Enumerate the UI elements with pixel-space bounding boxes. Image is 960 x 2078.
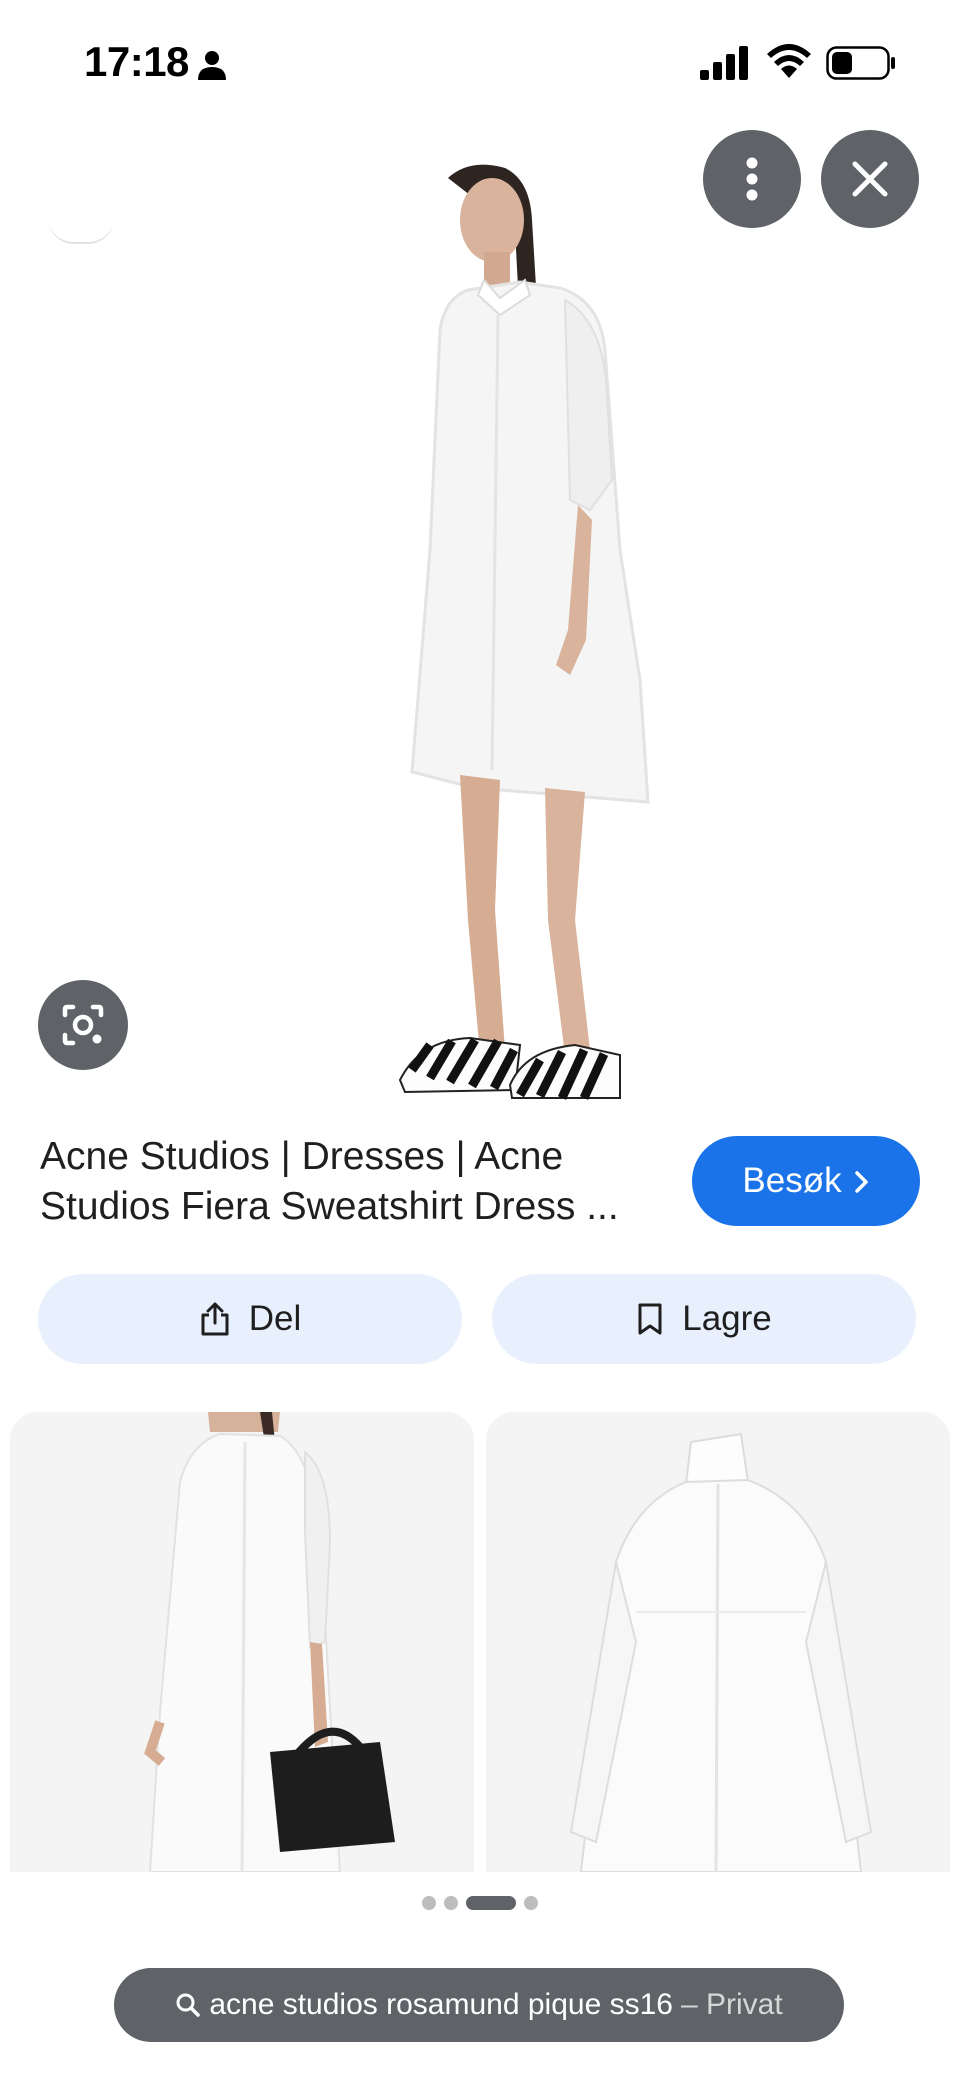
search-query: acne studios rosamund pique ss16 [209, 1988, 673, 2021]
share-label: Del [248, 1299, 302, 1338]
result-title[interactable]: Acne Studios | Dresses | Acne Studios Fi… [40, 1132, 660, 1232]
visit-button[interactable]: Besøk [692, 1136, 920, 1226]
share-icon [201, 1302, 229, 1336]
close-button[interactable] [821, 130, 919, 228]
related-photo-1 [10, 1412, 474, 1872]
private-mode-label: – Privat [680, 1988, 783, 2021]
signal-icon [700, 46, 748, 80]
close-icon [852, 161, 888, 197]
status-bar: 17:18 [0, 0, 960, 120]
related-image[interactable] [10, 1412, 474, 1872]
page-dot[interactable] [422, 1896, 436, 1910]
visit-label: Besøk [742, 1161, 842, 1200]
search-icon [176, 1993, 201, 2017]
status-time: 17:18 [84, 38, 189, 85]
chevron-right-icon [854, 1171, 868, 1193]
page-dot-active[interactable] [466, 1896, 516, 1910]
share-button[interactable]: Del [38, 1274, 462, 1364]
page-dot[interactable] [444, 1896, 458, 1910]
bookmark-icon [638, 1303, 662, 1335]
more-options-button[interactable] [703, 130, 801, 228]
pagination-dots [0, 1894, 960, 1912]
save-button[interactable]: Lagre [492, 1274, 916, 1364]
model-photo [398, 164, 650, 1100]
search-query-chip[interactable]: acne studios rosamund pique ss16 – Priva… [114, 1968, 844, 2042]
google-lens-button[interactable] [38, 980, 128, 1070]
page-dot[interactable] [524, 1896, 538, 1910]
save-label: Lagre [682, 1299, 772, 1338]
related-image[interactable] [486, 1412, 950, 1872]
more-vert-icon [746, 157, 758, 201]
main-image[interactable] [0, 120, 960, 1105]
google-lens-icon [62, 1004, 104, 1046]
person-icon [198, 51, 226, 80]
battery-icon [826, 46, 895, 80]
related-photo-2 [486, 1412, 950, 1872]
wifi-icon [767, 44, 811, 78]
